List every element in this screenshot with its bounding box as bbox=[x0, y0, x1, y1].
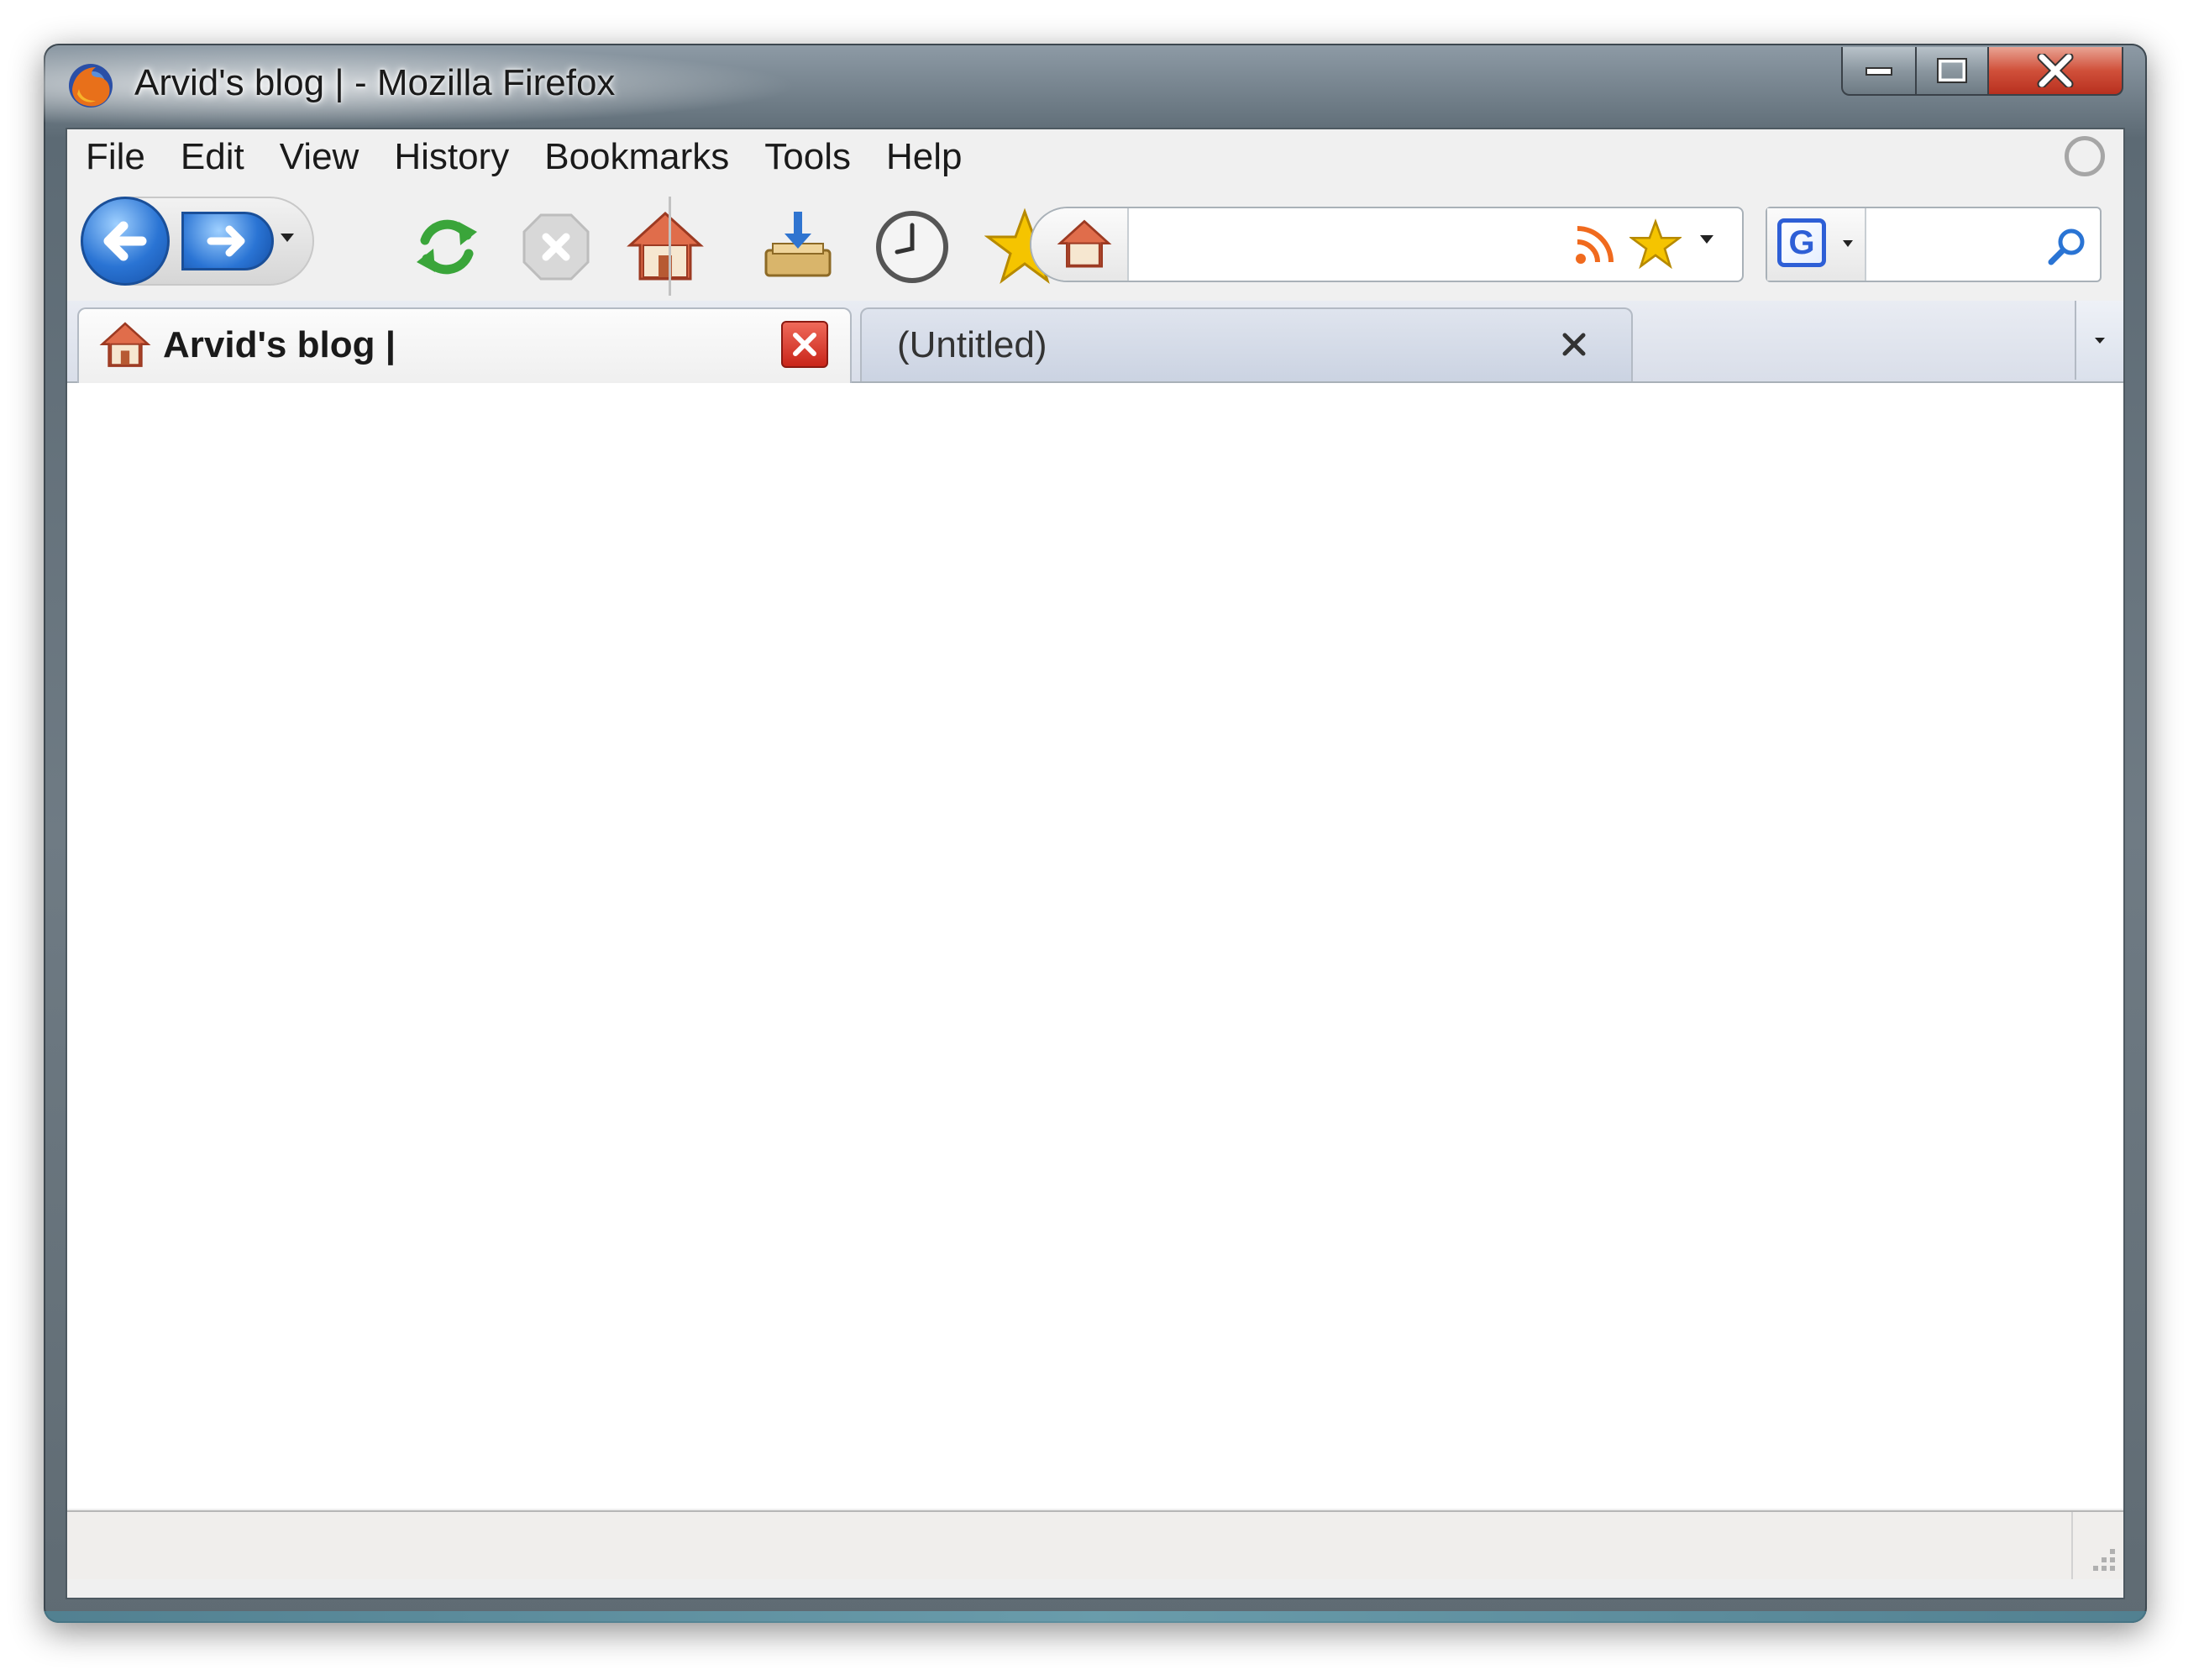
downloads-icon[interactable] bbox=[758, 207, 838, 287]
engine-dropdown-icon bbox=[1843, 240, 1853, 247]
menu-view[interactable]: View bbox=[280, 136, 359, 178]
tab-close-button[interactable] bbox=[781, 321, 828, 368]
site-identity-button[interactable] bbox=[1031, 208, 1129, 281]
back-arrow-icon bbox=[103, 221, 147, 261]
house-icon bbox=[99, 322, 151, 367]
search-input[interactable] bbox=[1868, 217, 2039, 272]
caption-buttons bbox=[1841, 47, 2123, 101]
back-forward-group bbox=[81, 197, 314, 286]
search-engine-logo: G bbox=[1777, 218, 1826, 267]
tab-label: Arvid's blog | bbox=[163, 324, 396, 365]
rss-feed-icon[interactable] bbox=[1571, 222, 1618, 269]
magnifier-icon[interactable] bbox=[2046, 225, 2088, 267]
firefox-icon bbox=[69, 64, 113, 108]
browser-frame: File Edit View History Bookmarks Tools H… bbox=[66, 128, 2125, 1599]
menu-file[interactable]: File bbox=[86, 136, 145, 178]
back-button[interactable] bbox=[81, 197, 170, 286]
minimize-icon bbox=[1866, 67, 1892, 76]
history-clock-icon[interactable] bbox=[872, 207, 952, 287]
forward-button[interactable] bbox=[181, 212, 274, 270]
close-icon bbox=[1562, 333, 1586, 356]
navigation-toolbar: G bbox=[67, 188, 2123, 296]
star-icon[interactable] bbox=[1629, 218, 1682, 270]
close-icon bbox=[793, 333, 816, 356]
url-dropdown-icon[interactable] bbox=[1700, 235, 1713, 244]
minimize-button[interactable] bbox=[1841, 47, 1917, 96]
menu-history[interactable]: History bbox=[394, 136, 509, 178]
tab-untitled[interactable]: (Untitled) bbox=[860, 307, 1633, 381]
tab-close-button[interactable] bbox=[1551, 321, 1598, 368]
status-bar bbox=[67, 1510, 2123, 1579]
throbber-icon bbox=[2065, 136, 2105, 176]
close-window-button[interactable] bbox=[1989, 47, 2123, 96]
toolbar-separator bbox=[669, 197, 671, 296]
chevron-down-icon bbox=[2095, 337, 2105, 344]
browser-window: Arvid's blog | - Mozilla Firefox File Ed… bbox=[44, 44, 2147, 1623]
url-input[interactable] bbox=[1131, 217, 1537, 272]
menu-bookmarks[interactable]: Bookmarks bbox=[544, 136, 729, 178]
list-all-tabs-button[interactable] bbox=[2075, 301, 2123, 380]
maximize-button[interactable] bbox=[1917, 47, 1989, 96]
reload-icon[interactable] bbox=[407, 207, 487, 287]
forward-arrow-icon bbox=[207, 225, 245, 257]
menu-tools[interactable]: Tools bbox=[764, 136, 851, 178]
address-bar[interactable] bbox=[1030, 207, 1744, 282]
tab-arvids-blog[interactable]: Arvid's blog | bbox=[77, 307, 852, 383]
maximize-icon bbox=[1937, 58, 1967, 83]
menu-bar: File Edit View History Bookmarks Tools H… bbox=[67, 129, 2123, 185]
page-content[interactable] bbox=[67, 383, 2123, 1509]
search-bar[interactable]: G bbox=[1766, 207, 2102, 282]
status-separator bbox=[2071, 1512, 2073, 1579]
menu-help[interactable]: Help bbox=[886, 136, 963, 178]
search-engine-button[interactable]: G bbox=[1767, 208, 1866, 281]
stop-icon[interactable] bbox=[516, 207, 596, 287]
window-title: Arvid's blog | - Mozilla Firefox bbox=[134, 62, 616, 103]
history-dropdown-icon[interactable] bbox=[281, 234, 294, 242]
house-icon bbox=[1057, 219, 1112, 268]
close-icon bbox=[2037, 54, 2074, 87]
menu-edit[interactable]: Edit bbox=[181, 136, 244, 178]
home-icon[interactable] bbox=[625, 207, 706, 287]
tab-strip: Arvid's blog | (Untitled) bbox=[67, 301, 2123, 383]
tab-label: (Untitled) bbox=[897, 324, 1047, 365]
title-bar[interactable]: Arvid's blog | - Mozilla Firefox bbox=[44, 44, 2147, 128]
resize-grip-icon[interactable] bbox=[2085, 1541, 2118, 1574]
